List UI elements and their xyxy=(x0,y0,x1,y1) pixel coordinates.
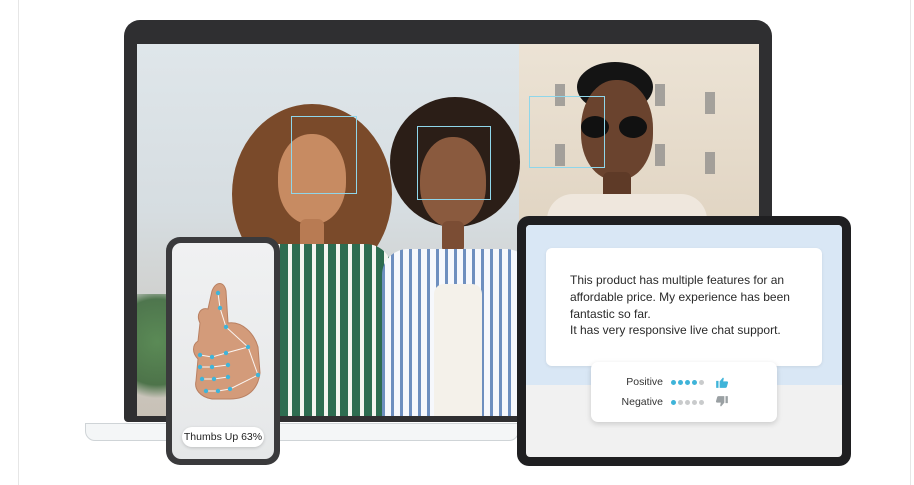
phone-device: Thumbs Up 63% xyxy=(166,237,280,465)
review-line-4: It has very responsive live chat support… xyxy=(570,323,781,338)
tablet-screen: This product has multiple features for a… xyxy=(526,225,842,457)
phone-screen: Thumbs Up 63% xyxy=(172,243,274,459)
face-detection-box-3 xyxy=(529,96,605,168)
review-line-1: This product has multiple features for a… xyxy=(570,273,785,287)
sentiment-row-negative: Negative xyxy=(591,392,777,412)
thumbs-down-icon xyxy=(715,396,728,407)
review-card: This product has multiple features for a… xyxy=(546,248,822,366)
laptop-base xyxy=(85,423,519,441)
review-line-2: affordable price. My experience has been xyxy=(570,289,790,304)
thumbs-up-icon xyxy=(716,377,729,388)
negative-label: Negative xyxy=(621,396,663,408)
gesture-label: Thumbs Up 63% xyxy=(182,427,264,447)
face-detection-box-2 xyxy=(417,126,491,200)
hand-landmark-icon xyxy=(193,283,261,400)
review-line-3: fantastic so far. xyxy=(570,306,651,321)
sentiment-card: Positive Negative xyxy=(591,362,777,422)
negative-score-dots xyxy=(671,399,704,405)
positive-label: Positive xyxy=(626,376,663,388)
sentiment-row-positive: Positive xyxy=(591,372,777,392)
positive-score-dots xyxy=(671,379,704,385)
face-detection-box-1 xyxy=(291,116,357,194)
tablet-device: This product has multiple features for a… xyxy=(517,216,851,466)
